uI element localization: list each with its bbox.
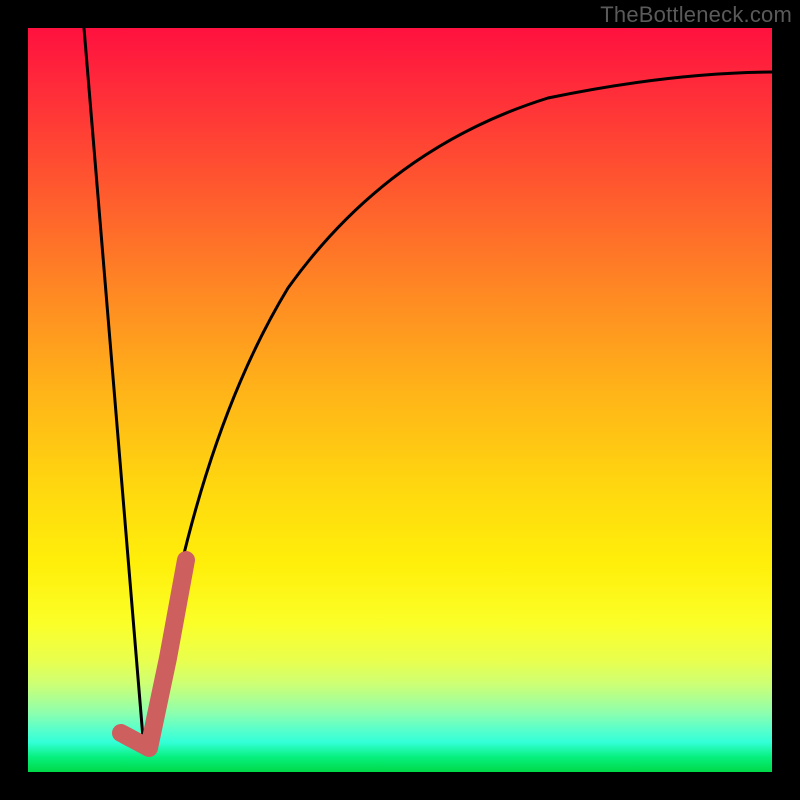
plot-area — [28, 28, 772, 772]
watermark-text: TheBottleneck.com — [600, 2, 792, 28]
left-descent-line — [84, 28, 144, 750]
chart-frame: TheBottleneck.com — [0, 0, 800, 800]
curves-layer — [28, 28, 772, 772]
main-curve — [144, 72, 772, 750]
